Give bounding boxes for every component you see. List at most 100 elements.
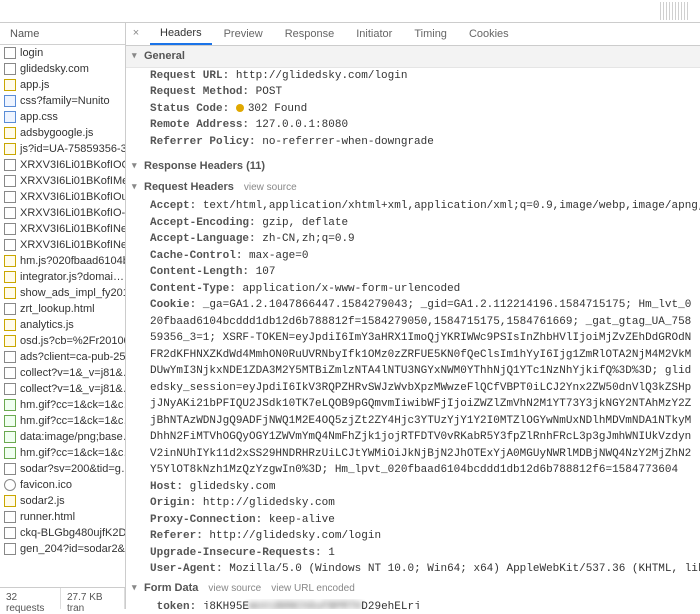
js-icon xyxy=(4,319,16,331)
sidebar-status-bar: 32 requests 27.7 KB tran xyxy=(0,587,125,609)
request-item[interactable]: app.css xyxy=(0,109,125,125)
request-item-label: glidedsky.com xyxy=(20,61,89,77)
request-item[interactable]: css?family=Nunito xyxy=(0,93,125,109)
status-request-count: 32 requests xyxy=(0,588,61,609)
js-icon xyxy=(4,287,16,299)
detail-tabs: × Headers Preview Response Initiator Tim… xyxy=(126,23,700,46)
request-item[interactable]: js?id=UA-75859356-3 xyxy=(0,141,125,157)
status-dot-icon xyxy=(236,104,244,112)
request-item-label: runner.html xyxy=(20,509,75,525)
sidebar-header-name[interactable]: Name xyxy=(0,23,125,45)
request-item[interactable]: app.js xyxy=(0,77,125,93)
request-item-label: XRXV3I6Li01BKofIOO… xyxy=(20,157,125,173)
request-item-label: hm.gif?cc=1&ck=1&c… xyxy=(20,397,125,413)
request-item[interactable]: collect?v=1&_v=j81&… xyxy=(0,365,125,381)
view-source-link[interactable]: view source xyxy=(208,583,261,594)
hdr-cache-control: Cache-Control: max-age=0 xyxy=(126,248,700,265)
request-item[interactable]: sodar?sv=200&tid=g… xyxy=(0,461,125,477)
request-item[interactable]: hm.gif?cc=1&ck=1&c… xyxy=(0,445,125,461)
request-item-label: osd.js?cb=%2Fr20100… xyxy=(20,333,125,349)
request-item-label: css?family=Nunito xyxy=(20,93,110,109)
request-item-label: js?id=UA-75859356-3 xyxy=(20,141,125,157)
hdr-accept-language: Accept-Language: zh-CN,zh;q=0.9 xyxy=(126,231,700,248)
request-item[interactable]: osd.js?cb=%2Fr20100… xyxy=(0,333,125,349)
request-item[interactable]: collect?v=1&_v=j81&… xyxy=(0,381,125,397)
status-transfer-size: 27.7 KB tran xyxy=(61,588,125,609)
doc-icon xyxy=(4,383,16,395)
headers-panel[interactable]: General Request URL: http://glidedsky.co… xyxy=(126,46,700,609)
section-request-headers[interactable]: Request Headersview source xyxy=(126,177,700,199)
tab-headers[interactable]: Headers xyxy=(150,23,212,45)
css-icon xyxy=(4,111,16,123)
request-item[interactable]: ads?client=ca-pub-25… xyxy=(0,349,125,365)
hdr-host: Host: glidedsky.com xyxy=(126,479,700,496)
request-item[interactable]: sodar2.js xyxy=(0,493,125,509)
js-icon xyxy=(4,127,16,139)
js-icon xyxy=(4,143,16,155)
doc-icon xyxy=(4,367,16,379)
doc-icon xyxy=(4,223,16,235)
request-item[interactable]: glidedsky.com xyxy=(0,61,125,77)
tab-cookies[interactable]: Cookies xyxy=(459,24,519,44)
img-icon xyxy=(4,415,16,427)
request-item[interactable]: XRXV3I6Li01BKofINea… xyxy=(0,221,125,237)
request-item[interactable]: integrator.js?domai… xyxy=(0,269,125,285)
request-item-label: sodar?sv=200&tid=g… xyxy=(20,461,125,477)
referrer-policy: Referrer Policy: no-referrer-when-downgr… xyxy=(126,134,700,151)
request-item[interactable]: hm.js?020fbaad6104b… xyxy=(0,253,125,269)
img-icon xyxy=(4,431,16,443)
request-item-label: collect?v=1&_v=j81&… xyxy=(20,381,125,397)
css-icon xyxy=(4,95,16,107)
section-form-data[interactable]: Form Dataview sourceview URL encoded xyxy=(126,578,700,600)
request-item[interactable]: hm.gif?cc=1&ck=1&c… xyxy=(0,413,125,429)
ico-icon xyxy=(4,479,16,491)
remote-address: Remote Address: 127.0.0.1:8080 xyxy=(126,117,700,134)
hdr-origin: Origin: http://glidedsky.com xyxy=(126,495,700,512)
doc-icon xyxy=(4,159,16,171)
view-source-link[interactable]: view source xyxy=(244,182,297,193)
view-url-encoded-link[interactable]: view URL encoded xyxy=(271,583,355,594)
doc-icon xyxy=(4,463,16,475)
section-general[interactable]: General xyxy=(126,46,700,68)
request-item-label: hm.js?020fbaad6104b… xyxy=(20,253,125,269)
request-item[interactable]: hm.gif?cc=1&ck=1&c… xyxy=(0,397,125,413)
section-response-headers[interactable]: Response Headers (11) xyxy=(126,156,700,177)
request-item[interactable]: XRXV3I6Li01BKofINea… xyxy=(0,237,125,253)
request-item-label: XRXV3I6Li01BKofINea… xyxy=(20,221,125,237)
request-item-label: XRXV3I6Li01BKofIOua… xyxy=(20,189,125,205)
close-icon[interactable]: × xyxy=(130,28,142,40)
doc-icon xyxy=(4,511,16,523)
tab-preview[interactable]: Preview xyxy=(214,24,273,44)
request-item-label: data:image/png;base… xyxy=(20,429,125,445)
request-item[interactable]: adsbygoogle.js xyxy=(0,125,125,141)
request-item[interactable]: XRXV3I6Li01BKofIMe… xyxy=(0,173,125,189)
tab-timing[interactable]: Timing xyxy=(404,24,457,44)
request-item-label: sodar2.js xyxy=(20,493,65,509)
request-item[interactable]: gen_204?id=sodar2&… xyxy=(0,541,125,557)
request-item-label: show_ads_impl_fy201… xyxy=(20,285,125,301)
request-item[interactable]: analytics.js xyxy=(0,317,125,333)
request-item[interactable]: zrt_lookup.html xyxy=(0,301,125,317)
request-item[interactable]: ckq-BLGbg480ujfK2D… xyxy=(0,525,125,541)
request-item-label: app.js xyxy=(20,77,49,93)
doc-icon xyxy=(4,47,16,59)
request-item[interactable]: runner.html xyxy=(0,509,125,525)
form-token: _token: j8KH95EWoViB8NChDuFBPRTHD29ehELr… xyxy=(126,599,700,609)
request-item[interactable]: XRXV3I6Li01BKofIOO… xyxy=(0,157,125,173)
request-item-label: adsbygoogle.js xyxy=(20,125,93,141)
request-item-label: ads?client=ca-pub-25… xyxy=(20,349,125,365)
tab-initiator[interactable]: Initiator xyxy=(346,24,402,44)
timeline-overview[interactable] xyxy=(0,0,700,23)
request-item[interactable]: data:image/png;base… xyxy=(0,429,125,445)
request-item[interactable]: favicon.ico xyxy=(0,477,125,493)
request-item[interactable]: XRXV3I6Li01BKofIOua… xyxy=(0,189,125,205)
request-item[interactable]: show_ads_impl_fy201… xyxy=(0,285,125,301)
request-item[interactable]: login xyxy=(0,45,125,61)
request-item[interactable]: XRXV3I6Li01BKofIO-a… xyxy=(0,205,125,221)
doc-icon xyxy=(4,239,16,251)
request-item-label: analytics.js xyxy=(20,317,74,333)
tab-response[interactable]: Response xyxy=(275,24,345,44)
img-icon xyxy=(4,399,16,411)
request-list[interactable]: loginglidedsky.comapp.jscss?family=Nunit… xyxy=(0,45,125,587)
hdr-referer: Referer: http://glidedsky.com/login xyxy=(126,528,700,545)
